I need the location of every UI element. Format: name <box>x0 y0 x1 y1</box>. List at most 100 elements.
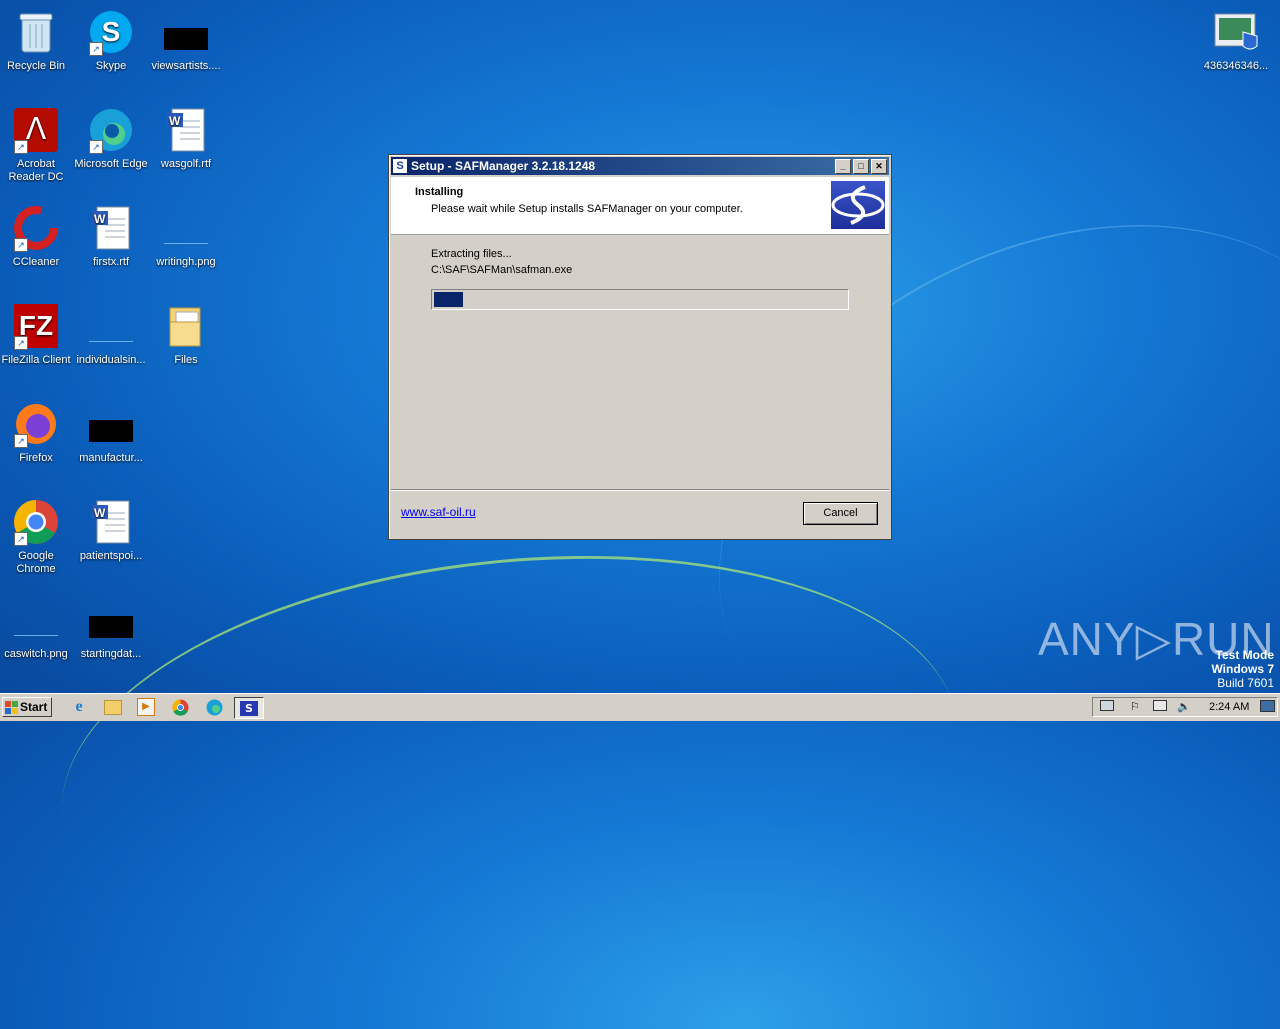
desktop-icon-files[interactable]: Files <box>148 302 224 367</box>
svg-text:W: W <box>169 114 181 128</box>
firefox-icon: ↗ <box>12 400 60 448</box>
network-icon[interactable] <box>1153 700 1167 712</box>
word-doc-icon: W <box>87 204 135 252</box>
dialog-title: Setup - SAFManager 3.2.18.1248 <box>411 159 596 173</box>
desktop-icon-patientspoi[interactable]: W patientspoi... <box>73 498 149 563</box>
desktop-icon-label: startingdat... <box>80 648 142 660</box>
safmanager-setup-icon: S <box>240 700 258 716</box>
desktop-icon-individualsin[interactable]: individualsin... <box>73 302 149 367</box>
desktop-icon-label: viewsartists.... <box>151 60 221 72</box>
chrome-icon <box>171 698 188 716</box>
desktop-icon-ccleaner[interactable]: ↗ CCleaner <box>0 204 74 269</box>
media-player-icon: ▶ <box>137 698 155 716</box>
shortcut-arrow-icon: ↗ <box>14 434 28 448</box>
desktop-icon-label: Firefox <box>19 452 53 464</box>
cancel-button[interactable]: Cancel <box>803 502 878 525</box>
desktop-icon-acrobat[interactable]: ᐱ ↗ Acrobat Reader DC <box>0 106 74 184</box>
show-desktop-icon[interactable] <box>1100 700 1114 712</box>
desktop-icon-firstx[interactable]: W firstx.rtf <box>73 204 149 269</box>
desktop-icon-label: writingh.png <box>156 256 216 268</box>
desktop-icon-label: Files <box>174 354 198 366</box>
desktop-icon-label: firstx.rtf <box>92 256 130 268</box>
desktop-icon-label: Acrobat Reader DC <box>8 158 64 183</box>
action-center-flag-icon[interactable]: ⚐ <box>1130 700 1144 713</box>
install-progress-bar <box>431 289 849 310</box>
taskbar: Start e ▶ S ⚐ 🔈 2:24 AM <box>0 693 1280 721</box>
setup-dialog: S Setup - SAFManager 3.2.18.1248 _ □ ✕ I… <box>388 154 892 540</box>
taskbar-media-player[interactable]: ▶ <box>134 697 158 717</box>
close-button[interactable]: ✕ <box>871 159 887 174</box>
start-button[interactable]: Start <box>2 697 52 717</box>
desktop-icon-label: Recycle Bin <box>6 60 66 72</box>
desktop-icon-label: manufactur... <box>79 452 143 464</box>
taskbar-safmanager-setup[interactable]: S <box>234 697 264 719</box>
test-mode-label: Test Mode <box>1215 648 1274 662</box>
desktop-icon-label: Skype <box>95 60 127 72</box>
desktop-icon-installer[interactable]: 436346346... <box>1198 8 1274 73</box>
desktop-icon-firefox[interactable]: ↗ Firefox <box>0 400 74 465</box>
desktop-icon-label: Google Chrome <box>16 550 56 575</box>
show-desktop-button-icon[interactable] <box>1260 700 1275 712</box>
desktop-icon-edge[interactable]: ↗ Microsoft Edge <box>73 106 149 171</box>
desktop-icon-viewsartists[interactable]: viewsartists.... <box>148 8 224 73</box>
desktop-icon-filezilla[interactable]: FZ ↗ FileZilla Client <box>0 302 74 367</box>
taskbar-internet-explorer[interactable]: e <box>67 697 91 717</box>
skype-icon: S ↗ <box>87 8 135 56</box>
maximize-button[interactable]: □ <box>853 159 869 174</box>
taskbar-edge[interactable] <box>202 697 226 717</box>
recycle-bin-icon <box>12 8 60 56</box>
desktop-icon-label: caswitch.png <box>4 648 68 660</box>
taskbar-explorer[interactable] <box>101 697 125 717</box>
os-badge: Test Mode Windows 7 Build 7601 <box>1211 648 1274 690</box>
black-file-icon <box>87 596 135 644</box>
black-file-icon <box>162 8 210 56</box>
minimize-button[interactable]: _ <box>835 159 851 174</box>
explorer-icon <box>104 699 122 715</box>
desktop-icon-label: Microsoft Edge <box>74 158 148 170</box>
desktop-icon-chrome[interactable]: ↗ Google Chrome <box>0 498 74 576</box>
desktop-icon-skype[interactable]: S ↗ Skype <box>73 8 149 73</box>
desktop-icon-caswitch[interactable]: caswitch.png <box>0 596 74 661</box>
shortcut-arrow-icon: ↗ <box>14 140 28 154</box>
desktop-icon-label: patientspoi... <box>79 550 143 562</box>
desktop-icon-manufactur[interactable]: manufactur... <box>73 400 149 465</box>
windows-version-label: Windows 7 <box>1211 662 1274 676</box>
website-link[interactable]: www.saf-oil.ru <box>401 505 476 519</box>
status-text: Extracting files... <box>431 248 512 260</box>
desktop-icon-label: wasgolf.rtf <box>160 158 212 170</box>
svg-text:W: W <box>94 212 106 226</box>
edge-icon: ↗ <box>87 106 135 154</box>
desktop-icon-writingh[interactable]: writingh.png <box>148 204 224 269</box>
word-doc-icon: W <box>162 106 210 154</box>
filezilla-icon: FZ ↗ <box>12 302 60 350</box>
page-title: Installing <box>415 186 464 198</box>
volume-icon[interactable]: 🔈 <box>1177 700 1191 713</box>
desktop-icon-startingdat[interactable]: startingdat... <box>73 596 149 661</box>
page-subtitle: Please wait while Setup installs SAFMana… <box>431 203 743 215</box>
taskbar-chrome[interactable] <box>168 697 192 717</box>
taskbar-clock[interactable]: 2:24 AM <box>1209 701 1249 713</box>
shortcut-arrow-icon: ↗ <box>89 42 103 56</box>
progress-bar-fill <box>434 292 463 307</box>
dialog-titlebar[interactable]: S Setup - SAFManager 3.2.18.1248 _ □ ✕ <box>391 157 889 175</box>
shortcut-arrow-icon: ↗ <box>89 140 103 154</box>
build-label: Build 7601 <box>1217 676 1274 690</box>
saf-logo-icon <box>831 181 885 229</box>
acrobat-icon: ᐱ ↗ <box>12 106 60 154</box>
svg-text:W: W <box>94 506 106 520</box>
black-file-icon <box>87 400 135 448</box>
desktop-icon-label: individualsin... <box>76 354 146 366</box>
safmanager-app-icon: S <box>393 159 407 173</box>
desktop-icon-label: FileZilla Client <box>1 354 71 366</box>
start-label: Start <box>20 700 48 714</box>
ccleaner-icon: ↗ <box>12 204 60 252</box>
png-file-icon <box>87 302 135 350</box>
shortcut-arrow-icon: ↗ <box>14 532 28 546</box>
windows-logo-icon <box>5 700 18 714</box>
word-doc-icon: W <box>87 498 135 546</box>
desktop-icon-wasgolf[interactable]: W wasgolf.rtf <box>148 106 224 171</box>
shortcut-arrow-icon: ↗ <box>14 336 28 350</box>
desktop-icon-recycle-bin[interactable]: Recycle Bin <box>0 8 74 73</box>
dialog-header: Installing Please wait while Setup insta… <box>391 177 889 235</box>
desktop-icon-label: 436346346... <box>1203 60 1269 72</box>
